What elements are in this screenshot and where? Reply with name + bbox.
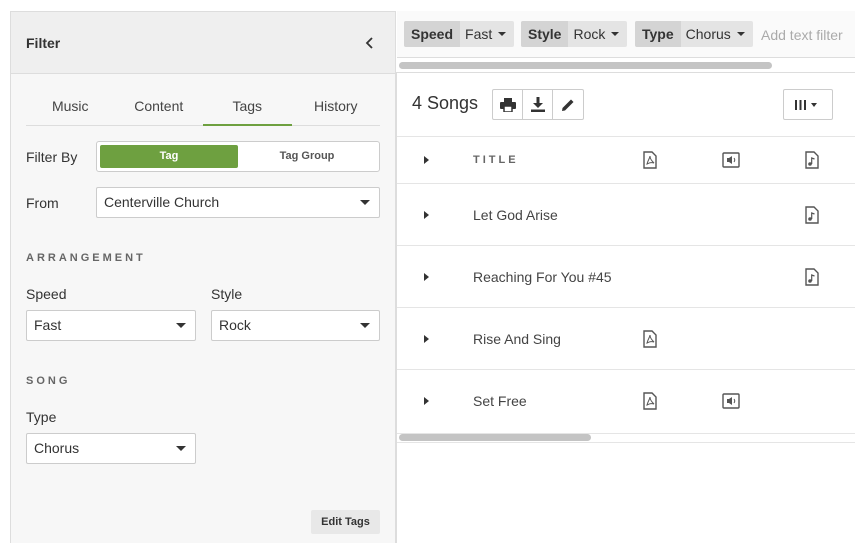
chord-chart-file-icon[interactable]: [803, 267, 821, 286]
table-row[interactable]: Set Free: [397, 369, 855, 431]
edit-tags-button[interactable]: Edit Tags: [311, 510, 380, 534]
chevron-down-icon: [176, 446, 186, 451]
arrangement-heading: ARRANGEMENT: [26, 252, 146, 264]
chevron-down-icon: [498, 32, 507, 36]
row-expand-toggle[interactable]: [424, 396, 429, 405]
expand-all-toggle[interactable]: [424, 156, 429, 164]
song-title[interactable]: Set Free: [473, 393, 527, 409]
download-button[interactable]: [523, 90, 553, 119]
type-label: Type: [26, 409, 57, 425]
active-filters-bar: Speed Fast Style Rock Type Chorus Add te…: [397, 11, 855, 58]
audio-file-icon: [722, 152, 740, 168]
tab-tags[interactable]: Tags: [203, 92, 292, 126]
filter-chip-key: Style: [521, 21, 569, 47]
style-select[interactable]: Rock: [211, 310, 380, 341]
chevron-down-icon: [176, 323, 186, 328]
filter-tabs: Music Content Tags History: [26, 92, 380, 126]
text-filter-input[interactable]: Add text filter: [761, 27, 843, 43]
table-row[interactable]: Rise And Sing: [397, 307, 855, 369]
columns-button[interactable]: [783, 89, 833, 120]
from-select-value: Centerville Church: [104, 194, 220, 210]
filter-panel: Filter Music Content Tags History Filter…: [10, 11, 396, 543]
download-icon: [530, 97, 545, 112]
song-title[interactable]: Reaching For You #45: [473, 269, 612, 285]
style-select-value: Rock: [219, 317, 251, 333]
songs-count: 4 Songs: [412, 93, 479, 113]
filter-by-toggle: Tag Tag Group: [96, 141, 380, 172]
table-row[interactable]: Reaching For You #45: [397, 245, 855, 307]
chord-chart-file-icon: [805, 151, 819, 169]
filter-chip-type[interactable]: Type Chorus: [635, 21, 753, 47]
tab-history[interactable]: History: [292, 92, 381, 125]
song-list-panel: 4 Songs TITLE Let God Arise Reaching For…: [396, 72, 855, 543]
from-select[interactable]: Centerville Church: [96, 187, 380, 218]
filter-chip-key: Speed: [404, 21, 461, 47]
filter-chip-value[interactable]: Fast: [460, 21, 514, 47]
filter-by-tag-option[interactable]: Tag: [100, 145, 238, 168]
chevron-down-icon: [611, 32, 620, 36]
pencil-icon: [562, 99, 574, 111]
filter-bar-scrollbar[interactable]: [399, 62, 772, 69]
filter-by-label: Filter By: [26, 149, 78, 165]
type-select-value: Chorus: [34, 440, 80, 456]
table-horizontal-scrollbar[interactable]: [399, 434, 591, 441]
songs-table: TITLE Let God Arise Reaching For You #45…: [397, 136, 855, 431]
pdf-file-icon: [643, 151, 657, 169]
column-header-title[interactable]: TITLE: [473, 154, 519, 166]
from-label: From: [26, 195, 59, 211]
song-title[interactable]: Let God Arise: [473, 207, 558, 223]
pdf-file-icon[interactable]: [641, 391, 659, 410]
tab-music[interactable]: Music: [26, 92, 115, 125]
chord-chart-file-icon[interactable]: [803, 205, 821, 224]
chevron-down-icon: [736, 32, 745, 36]
row-expand-toggle[interactable]: [424, 334, 429, 343]
row-expand-toggle[interactable]: [424, 210, 429, 219]
chevron-left-icon: [365, 36, 373, 49]
chevron-down-icon: [360, 200, 370, 205]
pdf-file-icon[interactable]: [641, 329, 659, 348]
print-button[interactable]: [493, 90, 523, 119]
table-row[interactable]: Let God Arise: [397, 183, 855, 245]
speed-select-value: Fast: [34, 317, 62, 333]
speed-select[interactable]: Fast: [26, 310, 196, 341]
filter-chip-value[interactable]: Rock: [568, 21, 627, 47]
song-title[interactable]: Rise And Sing: [473, 331, 561, 347]
filter-chip-style[interactable]: Style Rock: [521, 21, 628, 47]
filter-panel-title: Filter: [26, 34, 61, 51]
edit-button[interactable]: [553, 90, 583, 119]
speed-label: Speed: [26, 286, 67, 302]
filter-by-tag-group-option[interactable]: Tag Group: [238, 145, 376, 168]
style-label: Style: [211, 286, 243, 302]
print-icon: [499, 97, 516, 112]
filter-panel-header: Filter: [11, 12, 395, 74]
tab-content[interactable]: Content: [115, 92, 204, 125]
table-header-row: TITLE: [397, 136, 855, 183]
song-heading: SONG: [26, 375, 71, 387]
song-list-toolbar: [492, 89, 584, 120]
filter-chip-key: Type: [635, 21, 681, 47]
columns-icon: [795, 99, 817, 110]
chevron-down-icon: [360, 323, 370, 328]
row-expand-toggle[interactable]: [424, 272, 429, 281]
collapse-panel-button[interactable]: [360, 33, 380, 53]
type-select[interactable]: Chorus: [26, 433, 196, 464]
audio-file-icon[interactable]: [722, 392, 740, 410]
filter-chip-speed[interactable]: Speed Fast: [404, 21, 515, 47]
filter-chip-value[interactable]: Chorus: [681, 21, 753, 47]
